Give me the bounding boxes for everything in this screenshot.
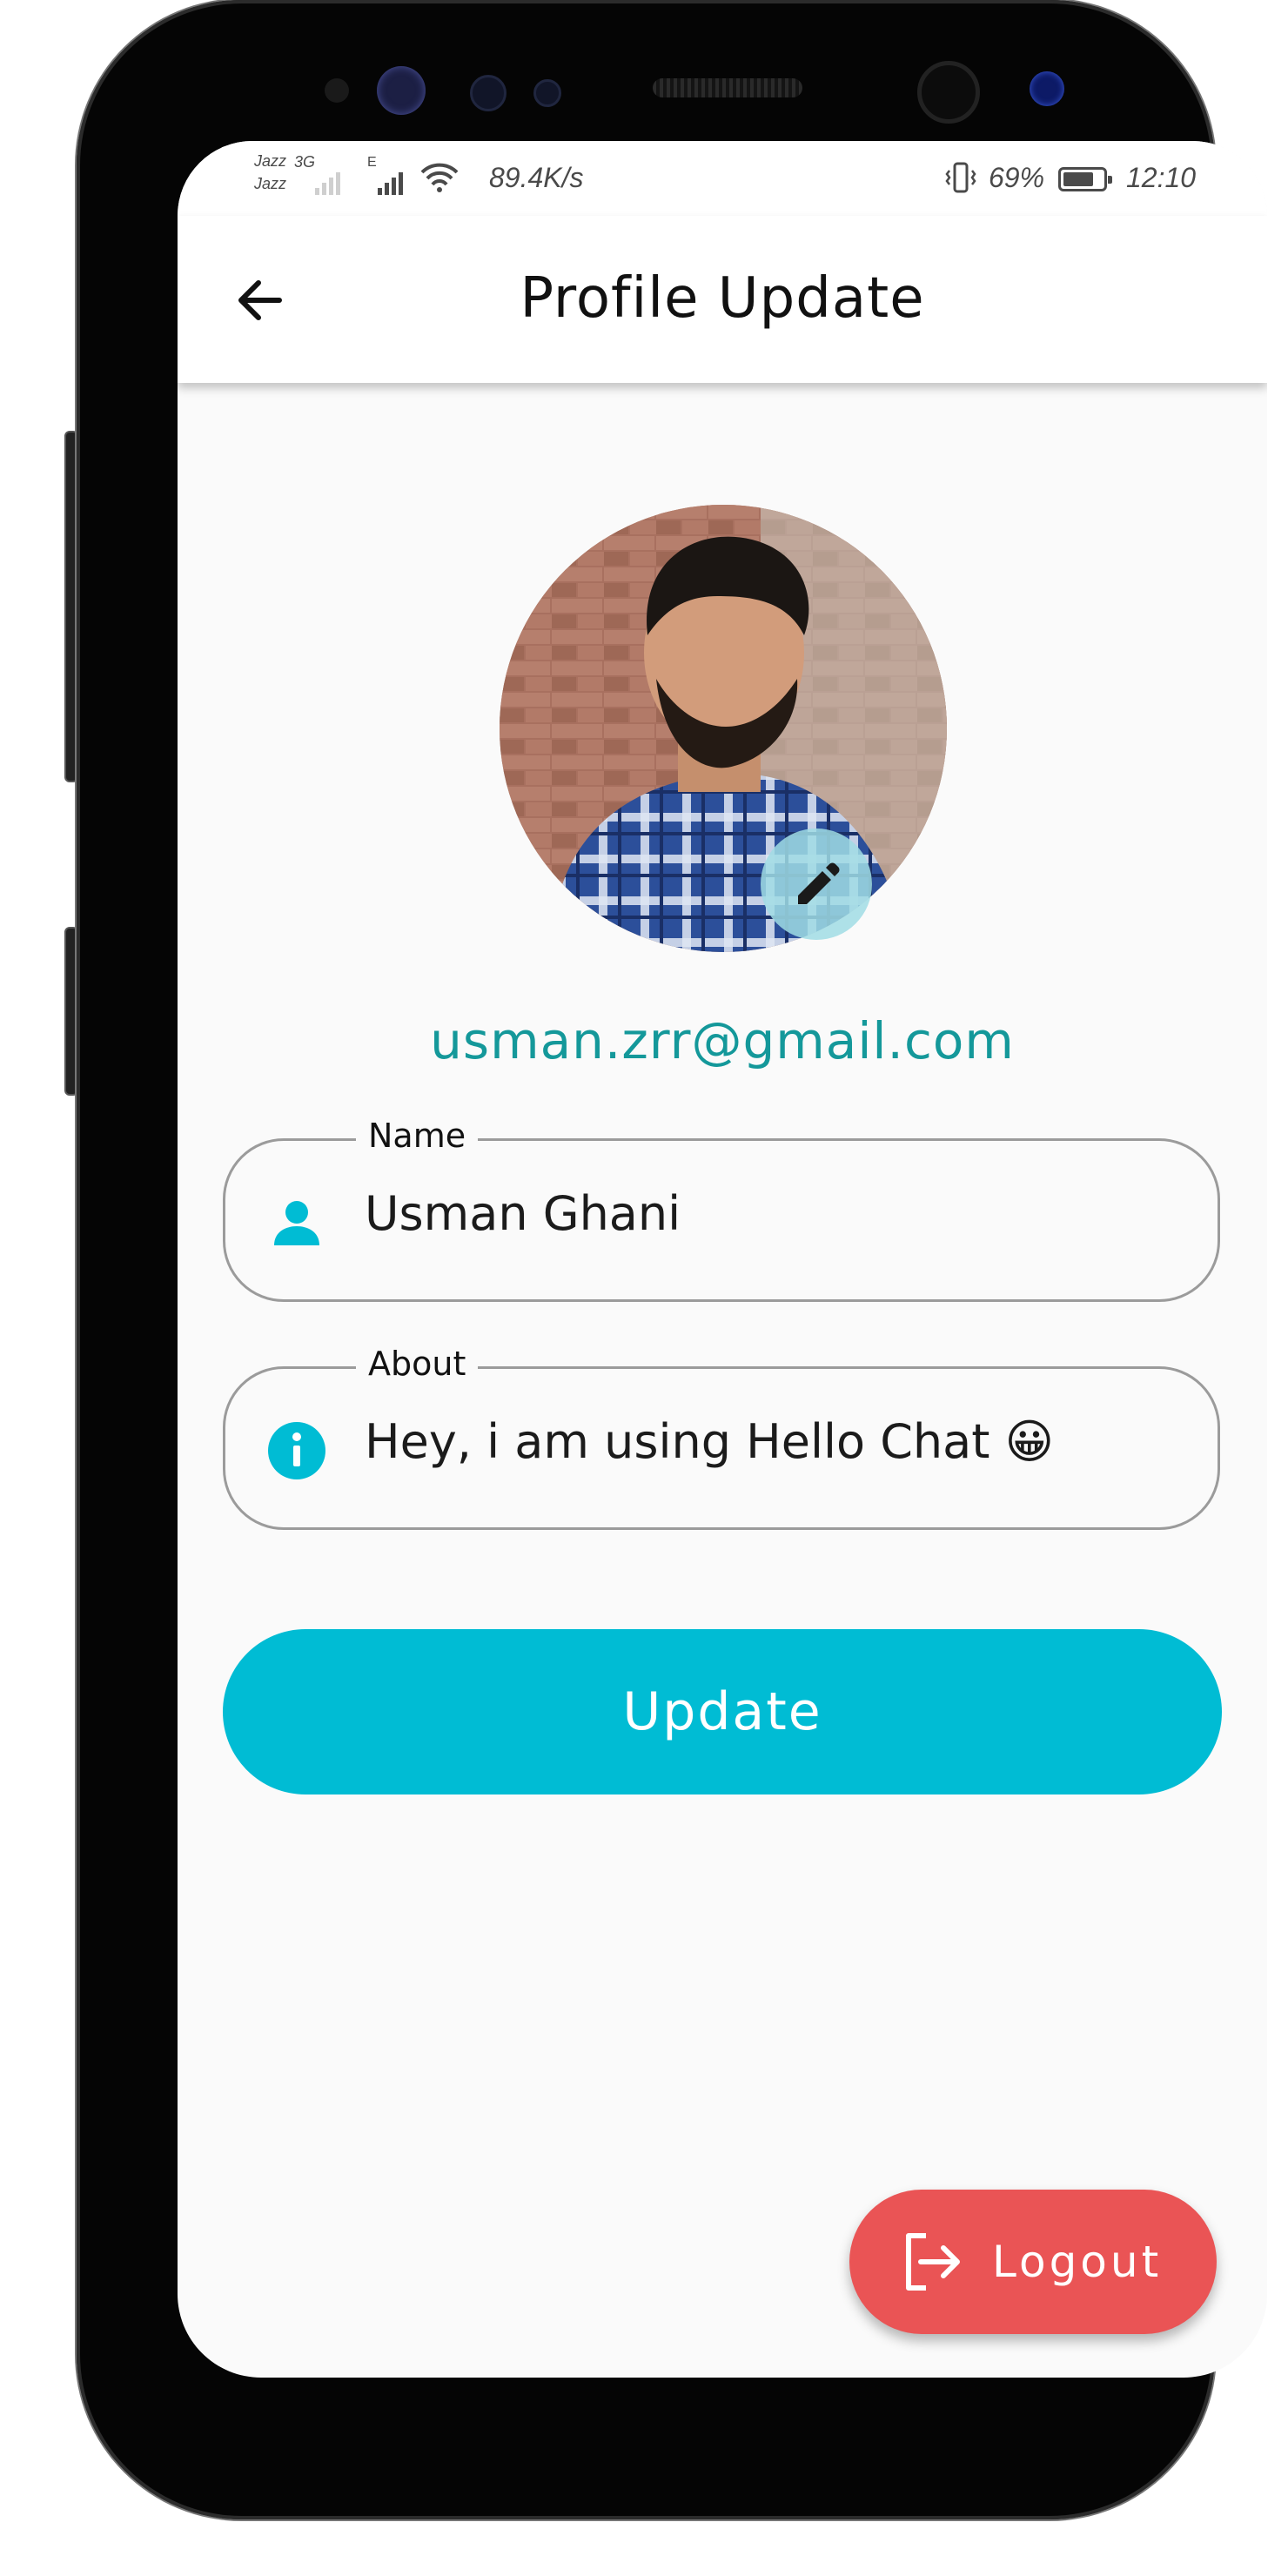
status-bar: Jazz Jazz 3G E 89.4K/s 69% 12:10 xyxy=(178,141,1267,216)
phone-sensor xyxy=(325,78,349,103)
carrier-label: Jazz xyxy=(254,175,287,192)
app-bar: Profile Update xyxy=(178,216,1267,383)
pencil-icon xyxy=(798,862,840,904)
wifi-icon xyxy=(420,163,459,192)
avatar[interactable] xyxy=(500,505,947,952)
logout-button-label: Logout xyxy=(992,2237,1163,2287)
edit-avatar-button[interactable] xyxy=(761,828,872,940)
about-field-label: About xyxy=(356,1345,479,1383)
update-button-label: Update xyxy=(622,1681,822,1742)
update-button[interactable]: Update xyxy=(223,1629,1222,1794)
page-title: Profile Update xyxy=(520,266,925,331)
name-field[interactable]: Name Usman Ghani xyxy=(223,1117,1220,1302)
phone-speaker xyxy=(653,78,802,97)
name-field-label: Name xyxy=(356,1117,479,1155)
name-input[interactable]: Usman Ghani xyxy=(365,1186,1183,1241)
carrier-names: Jazz Jazz xyxy=(254,151,286,197)
phone-sensor xyxy=(470,75,506,111)
screen: Jazz Jazz 3G E 89.4K/s 69% 12:10 Profile… xyxy=(178,141,1267,2378)
about-input[interactable]: Hey, i am using Hello Chat 😀 xyxy=(365,1414,1183,1469)
page: Jazz Jazz 3G E 89.4K/s 69% 12:10 Profile… xyxy=(0,0,1288,2576)
vibrate-icon xyxy=(945,162,976,193)
about-field[interactable]: About Hey, i am using Hello Chat 😀 xyxy=(223,1345,1220,1530)
profile-photo xyxy=(500,505,947,952)
status-time: 12:10 xyxy=(1126,162,1197,193)
network-speed: 89.4K/s xyxy=(489,162,584,193)
battery-percent: 69% xyxy=(989,162,1045,193)
battery-icon xyxy=(1058,167,1112,191)
network-type-label: E xyxy=(367,155,377,170)
phone-sensor xyxy=(1030,71,1064,106)
signal-icon xyxy=(315,165,340,195)
logout-icon xyxy=(906,2233,960,2291)
info-icon xyxy=(265,1419,328,1482)
logout-button[interactable]: Logout xyxy=(849,2190,1217,2334)
network-type-label: 3G xyxy=(294,153,316,171)
person-icon xyxy=(265,1191,328,1254)
phone-frame: Jazz Jazz 3G E 89.4K/s 69% 12:10 Profile… xyxy=(77,0,1267,2519)
phone-sensor xyxy=(533,79,561,107)
user-email: usman.zrr@gmail.com xyxy=(430,1011,1015,1070)
signal-icon xyxy=(378,165,403,195)
carrier-label: Jazz xyxy=(254,152,287,170)
front-camera xyxy=(917,61,980,124)
phone-sensor xyxy=(377,66,426,115)
